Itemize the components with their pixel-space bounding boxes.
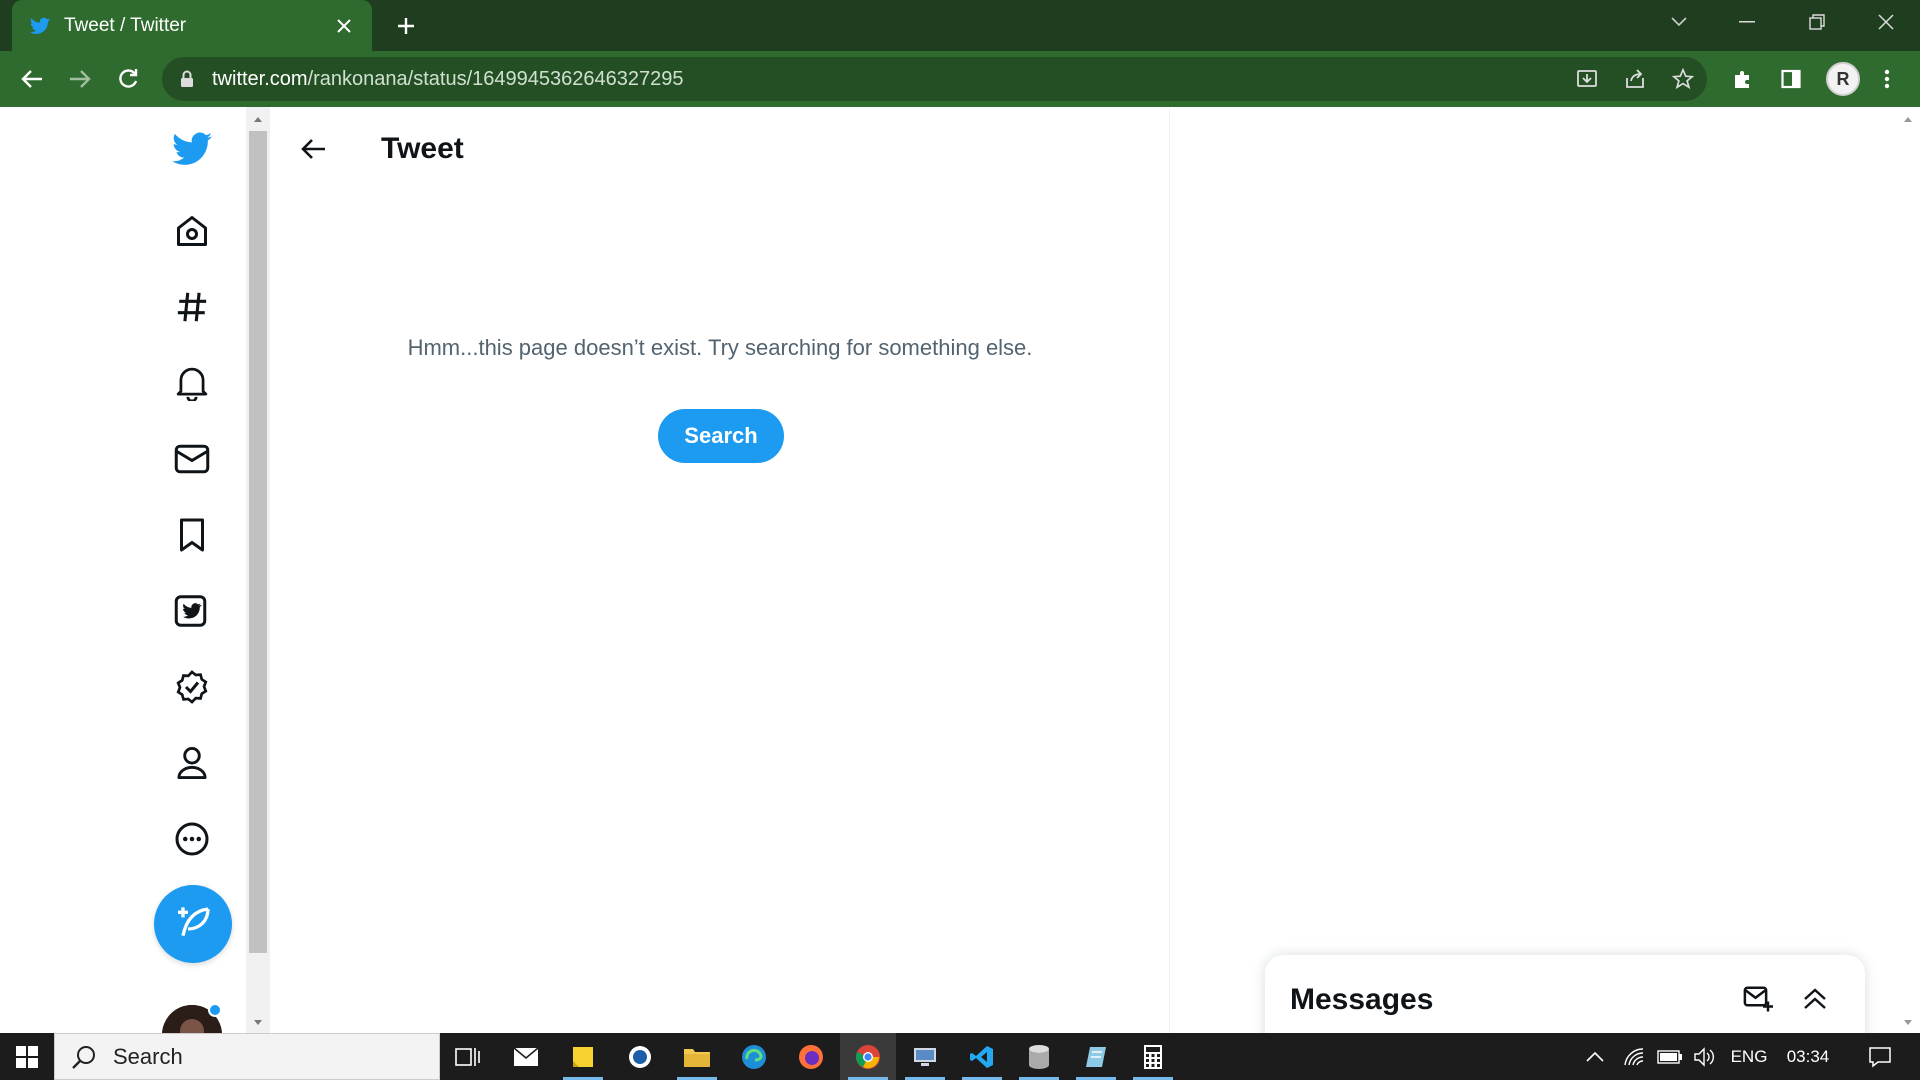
file-explorer-icon[interactable] — [669, 1033, 725, 1080]
install-app-icon[interactable] — [1571, 63, 1603, 95]
twitter-bird-icon — [30, 17, 50, 35]
edge-browser-icon[interactable] — [726, 1033, 782, 1080]
windows-start-icon[interactable] — [0, 1033, 54, 1080]
compose-feather-icon — [173, 904, 213, 944]
lock-icon[interactable] — [180, 70, 198, 88]
unread-dot — [208, 1003, 222, 1017]
forward-arrow-icon[interactable] — [64, 63, 96, 95]
chrome-icon[interactable] — [840, 1033, 896, 1080]
main-column: Tweet Hmm...this page doesn’t exist. Try… — [270, 107, 1170, 1033]
extensions-puzzle-icon[interactable] — [1727, 63, 1759, 95]
notepad-app-icon[interactable] — [1068, 1033, 1124, 1080]
messages-title: Messages — [1290, 983, 1434, 1016]
database-icon[interactable] — [1011, 1033, 1067, 1080]
left-navigation — [0, 107, 245, 1065]
back-arrow-icon[interactable] — [294, 129, 334, 169]
url-path: /rankonana/status/1649945362646327295 — [307, 67, 684, 90]
twitter-blue-icon[interactable] — [172, 591, 212, 631]
twitter-page: Tweet Hmm...this page doesn’t exist. Try… — [0, 107, 1920, 1065]
minimize-icon[interactable] — [1713, 0, 1781, 44]
twitter-logo-icon[interactable] — [172, 129, 212, 169]
search-icon — [71, 1044, 97, 1070]
notifications-bell-icon[interactable] — [172, 363, 212, 403]
calculator-icon[interactable] — [1125, 1033, 1181, 1080]
app-circle-icon[interactable] — [612, 1033, 668, 1080]
home-icon[interactable] — [172, 211, 212, 251]
page-title: Tweet — [381, 132, 464, 165]
network-wifi-icon[interactable] — [1618, 1033, 1652, 1080]
reload-icon[interactable] — [112, 63, 144, 95]
browser-tab-strip: Tweet / Twitter — [0, 0, 1920, 51]
compose-tweet-button[interactable] — [154, 885, 232, 963]
vscode-icon[interactable] — [954, 1033, 1010, 1080]
windows-taskbar: Search ENG 03:34 — [0, 1033, 1920, 1080]
more-icon[interactable] — [172, 819, 212, 859]
left-column-scrollbar[interactable] — [246, 107, 270, 1033]
clock-time[interactable]: 03:34 — [1780, 1033, 1836, 1080]
messages-envelope-icon[interactable] — [172, 439, 212, 479]
remote-desktop-icon[interactable] — [897, 1033, 953, 1080]
tab-title: Tweet / Twitter — [64, 14, 187, 36]
task-view-icon[interactable] — [440, 1033, 496, 1080]
firefox-icon[interactable] — [783, 1033, 839, 1080]
new-message-icon[interactable] — [1740, 981, 1776, 1017]
taskbar-search-placeholder: Search — [113, 1043, 183, 1069]
explore-hashtag-icon[interactable] — [172, 287, 212, 327]
address-bar[interactable]: twitter.com/rankonana/status/16499453626… — [162, 57, 1707, 101]
new-tab-plus-icon[interactable] — [390, 10, 422, 42]
language-indicator[interactable]: ENG — [1727, 1033, 1771, 1080]
browser-toolbar: twitter.com/rankonana/status/16499453626… — [0, 51, 1920, 107]
verified-icon[interactable] — [172, 667, 212, 707]
sticky-notes-icon[interactable] — [555, 1033, 611, 1080]
not-found-message: Hmm...this page doesn’t exist. Try searc… — [407, 335, 1033, 360]
more-menu-icon[interactable] — [1871, 63, 1903, 95]
back-arrow-icon[interactable] — [16, 63, 48, 95]
browser-tab[interactable]: Tweet / Twitter — [12, 0, 372, 51]
mail-app-icon[interactable] — [498, 1033, 554, 1080]
tab-search-chevron-icon[interactable] — [1645, 0, 1713, 44]
expand-chevrons-icon[interactable] — [1797, 981, 1833, 1017]
share-icon[interactable] — [1619, 63, 1651, 95]
show-hidden-icons-chevron-icon[interactable] — [1580, 1033, 1610, 1080]
side-panel-icon[interactable] — [1775, 63, 1807, 95]
close-window-icon[interactable] — [1852, 0, 1920, 44]
url-host: twitter.com — [212, 67, 308, 90]
bookmark-star-icon[interactable] — [1667, 63, 1699, 95]
scrollbar-thumb[interactable] — [249, 131, 267, 953]
notifications-icon[interactable] — [1855, 1033, 1905, 1080]
profile-icon[interactable] — [172, 743, 212, 783]
taskbar-search[interactable]: Search — [54, 1033, 440, 1080]
restore-icon[interactable] — [1783, 0, 1851, 44]
search-button[interactable]: Search — [658, 409, 784, 463]
battery-icon[interactable] — [1653, 1033, 1687, 1080]
profile-avatar[interactable]: R — [1826, 62, 1860, 96]
page-scrollbar[interactable] — [1896, 107, 1920, 1033]
volume-icon[interactable] — [1688, 1033, 1720, 1080]
bookmarks-icon[interactable] — [172, 515, 212, 555]
url-text[interactable]: twitter.com/rankonana/status/16499453626… — [212, 68, 683, 91]
close-tab-icon[interactable] — [330, 12, 358, 40]
